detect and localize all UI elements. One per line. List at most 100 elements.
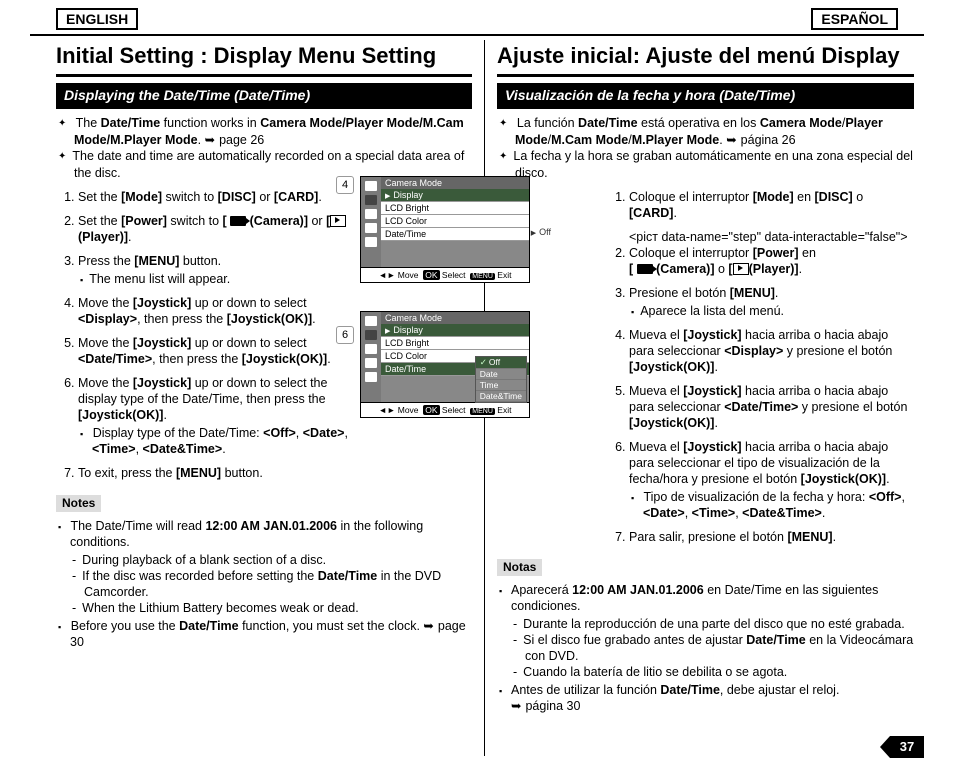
t: , <box>685 506 692 520</box>
t: [Power] <box>121 214 167 228</box>
t: up or down to select <box>191 296 306 310</box>
t: , <box>296 426 303 440</box>
t: y presione el botón <box>783 344 892 358</box>
t: To exit, press the <box>78 466 176 480</box>
t: . <box>128 230 131 244</box>
t: Press the <box>78 254 134 268</box>
intro-bullets-es: La función Date/Time está operativa en l… <box>497 115 914 181</box>
t: button. <box>179 254 221 268</box>
t: Aparecerá <box>511 583 572 597</box>
lcd-side-icons <box>361 312 381 402</box>
step-badge-6: 6 <box>336 326 354 344</box>
note: Aparecerá 12:00 AM JAN.01.2006 en Date/T… <box>511 582 914 680</box>
t: Before you use the <box>71 619 179 633</box>
play-icon <box>733 263 749 275</box>
page-number: 37 <box>890 736 924 758</box>
step: Mueva el [Joystick] hacia arriba o hacia… <box>629 383 914 431</box>
lcd-row: Display <box>381 324 529 337</box>
ok-icon: OK <box>423 270 439 280</box>
notes-es: Aparecerá 12:00 AM JAN.01.2006 en Date/T… <box>497 582 914 714</box>
t: o <box>714 262 728 276</box>
t: Select <box>442 405 466 415</box>
note-sub: Durante la reproducción de una parte del… <box>525 616 914 632</box>
t: [ <box>629 262 633 276</box>
t: Off <box>539 227 551 237</box>
step: Set the [Power] switch to [ (Camera)] or… <box>78 213 368 245</box>
t: . <box>312 312 315 326</box>
t: Move the <box>78 336 133 350</box>
t: switch to <box>167 214 223 228</box>
t: [Joystick] <box>133 336 191 350</box>
step: Set the [Mode] switch to [DISC] or [CARD… <box>78 189 368 205</box>
step: Presione el botón [MENU]. Aparece la lis… <box>629 285 914 319</box>
intro-bullets-en: The Date/Time function works in Camera M… <box>56 115 472 181</box>
t: Date/Time <box>578 116 638 130</box>
t: [MENU] <box>730 286 775 300</box>
note: Antes de utilizar la función Date/Time, … <box>511 682 914 714</box>
t: [DISC] <box>218 190 256 204</box>
t: Antes de utilizar la función <box>511 683 660 697</box>
t: , <box>901 490 904 504</box>
t: (Camera)] <box>246 214 308 228</box>
notes-en: The Date/Time will read 12:00 AM JAN.01.… <box>56 518 472 650</box>
lcd-previews: 4 Camera Mode Display LCD Bright LCD Col… <box>360 176 530 446</box>
substep: Tipo de visualización de la fecha y hora… <box>643 489 914 521</box>
t: Date/Time <box>746 633 806 647</box>
submenu-item: Date <box>476 369 526 380</box>
t: <Time> <box>692 506 736 520</box>
steps-es: Coloque el interruptor [Mode] en [DISC] … <box>607 189 914 545</box>
t: 12:00 AM JAN.01.2006 <box>205 519 337 533</box>
step: Move the [Joystick] up or down to select… <box>78 295 368 327</box>
lcd-row: LCD Bright <box>381 202 529 215</box>
t: . <box>714 360 717 374</box>
t: [Joystick(OK)] <box>227 312 312 326</box>
t: The Date/Time will read <box>70 519 205 533</box>
t: , debe ajustar el reloj. <box>720 683 840 697</box>
title-es: Ajuste inicial: Ajuste del menú Display <box>497 42 914 77</box>
t: (Camera)] <box>653 262 715 276</box>
t: M.Player Mode <box>632 133 720 147</box>
t: (Player)] <box>78 230 128 244</box>
t: Date/Time <box>179 619 239 633</box>
t: <Date&Time> <box>143 442 223 456</box>
t: Move the <box>78 376 133 390</box>
t: or <box>256 190 274 204</box>
step: Press the [MENU] button. The menu list w… <box>78 253 368 287</box>
t: <Time> <box>92 442 136 456</box>
t: . <box>799 262 802 276</box>
arrow-icon <box>423 619 437 633</box>
camera-icon <box>637 264 653 274</box>
t: Coloque el interruptor <box>629 246 753 260</box>
t: [MENU] <box>134 254 179 268</box>
t: If the disc was recorded before setting … <box>82 569 318 583</box>
t: page 26 <box>219 133 264 147</box>
t: Date/Time <box>660 683 720 697</box>
t: . <box>222 442 225 456</box>
lcd-preview-4: Camera Mode Display LCD Bright LCD Color… <box>360 176 530 283</box>
menu-icon: MENU <box>470 408 495 415</box>
t: up or down to select <box>191 336 306 350</box>
t: [CARD] <box>274 190 318 204</box>
note-sub: If the disc was recorded before setting … <box>84 568 472 600</box>
lcd-off-label: Off <box>531 227 551 237</box>
ok-icon: OK <box>423 405 439 415</box>
step: To exit, press the [MENU] button. <box>78 465 368 481</box>
arrow-icon <box>726 133 740 147</box>
t: <Off> <box>263 426 296 440</box>
step: Coloque el interruptor [Mode] en [DISC] … <box>629 189 914 221</box>
t: Display type of the Date/Time: <box>93 426 263 440</box>
lcd-mode: Camera Mode <box>381 312 529 324</box>
lcd-preview-6: Camera Mode Display LCD Bright LCD Color… <box>360 311 530 418</box>
notes-label-es: Notas <box>497 559 542 576</box>
substep: Aparece la lista del menú. <box>643 303 914 319</box>
lcd-row: LCD Color <box>381 215 529 228</box>
note: Before you use the Date/Time function, y… <box>70 618 472 650</box>
lcd-submenu: Off Date Time Date&Time <box>475 356 527 403</box>
t: Move <box>398 270 419 280</box>
t: <Display> <box>724 344 783 358</box>
bullet: The Date/Time function works in Camera M… <box>74 115 472 148</box>
t: [Joystick] <box>133 376 191 390</box>
t: Si el disco fue grabado antes de ajustar <box>523 633 746 647</box>
t: , <box>136 442 143 456</box>
t: <Date/Time> <box>724 400 798 414</box>
